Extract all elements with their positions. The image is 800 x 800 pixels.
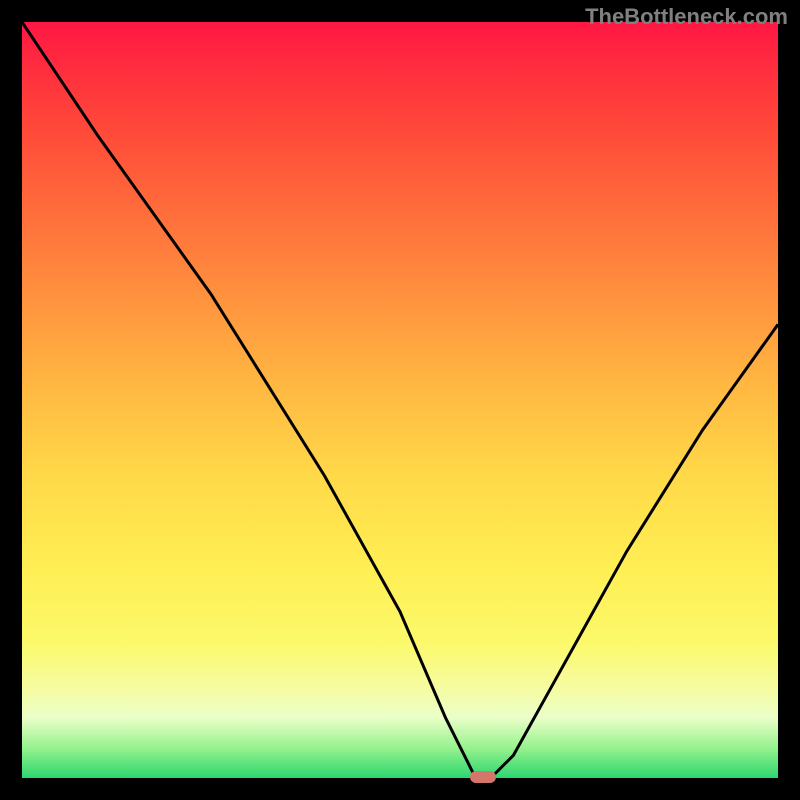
plot-area — [22, 22, 778, 778]
chart-container: TheBottleneck.com — [0, 0, 800, 800]
bottleneck-curve — [22, 22, 778, 778]
optimal-marker — [470, 771, 496, 783]
watermark-text: TheBottleneck.com — [585, 4, 788, 30]
